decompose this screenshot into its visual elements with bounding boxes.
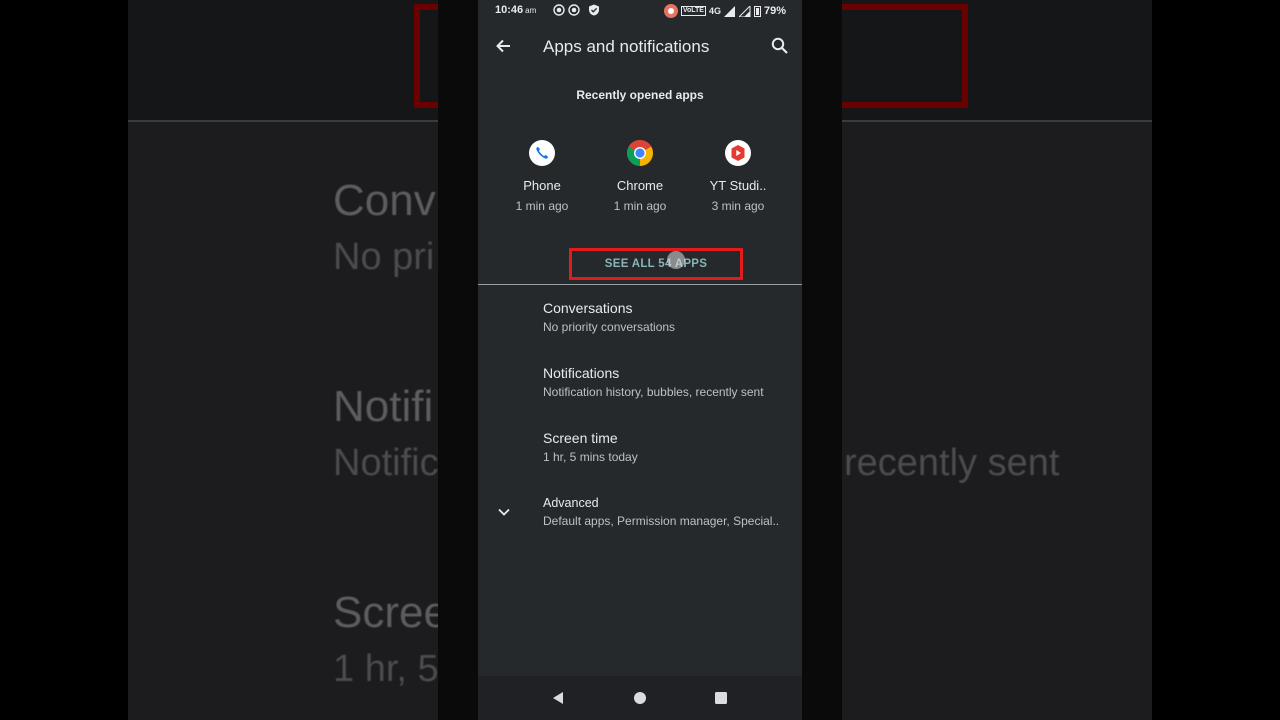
arrow-left-icon[interactable] bbox=[494, 36, 514, 56]
see-all-apps-button[interactable]: SEE ALL 54 APPS bbox=[569, 248, 743, 280]
pref-title: Notifications bbox=[543, 365, 620, 381]
pref-summary: 1 hr, 5 mins today bbox=[543, 450, 638, 464]
shield-check-icon bbox=[589, 4, 599, 16]
chevron-down-icon bbox=[498, 508, 510, 516]
background-text: Conv bbox=[333, 176, 436, 225]
network-type: 4G bbox=[708, 6, 721, 16]
pref-conversations[interactable]: Conversations No priority conversations bbox=[543, 300, 793, 334]
pref-summary: No priority conversations bbox=[543, 320, 676, 334]
recent-apps-heading: Recently opened apps bbox=[576, 88, 704, 102]
recent-app-time: 3 min ago bbox=[711, 199, 765, 213]
frame-edge-left bbox=[438, 0, 478, 720]
yt-studio-icon bbox=[725, 140, 751, 166]
pref-advanced[interactable]: Advanced Default apps, Permission manage… bbox=[543, 496, 793, 528]
volte-badge: VoLTE bbox=[680, 6, 706, 16]
background-text: Notifi bbox=[333, 382, 434, 431]
recent-app-time: 1 min ago bbox=[515, 199, 569, 213]
signal-icon bbox=[738, 5, 751, 17]
pref-title: Screen time bbox=[543, 430, 618, 446]
recent-app-name: Chrome bbox=[616, 178, 664, 193]
phone-screen: 10:46 am VoLTE 4G 79% Apps and notificati… bbox=[478, 0, 802, 720]
navigation-bar bbox=[478, 676, 802, 720]
back-triangle-icon[interactable] bbox=[550, 690, 566, 706]
recording-dot-icon bbox=[663, 4, 678, 18]
divider bbox=[478, 284, 802, 285]
phone-icon bbox=[529, 140, 555, 166]
recent-app-name: Phone bbox=[523, 178, 561, 193]
background-text: Notific bbox=[333, 442, 439, 484]
recent-app-chrome[interactable]: Chrome 1 min ago bbox=[592, 140, 688, 213]
recents-square-icon[interactable] bbox=[713, 690, 729, 706]
pref-title: Advanced bbox=[543, 496, 599, 510]
frame-edge-right bbox=[802, 0, 842, 720]
status-right-group: VoLTE 4G 79% bbox=[663, 4, 786, 18]
page-title: Apps and notifications bbox=[543, 37, 710, 56]
search-icon[interactable] bbox=[770, 36, 790, 56]
pref-screen-time[interactable]: Screen time 1 hr, 5 mins today bbox=[543, 430, 793, 464]
battery-percent: 79% bbox=[763, 5, 786, 17]
status-bar: 10:46 am VoLTE 4G 79% bbox=[478, 0, 802, 22]
background-text: No pri bbox=[333, 236, 435, 278]
pref-title: Conversations bbox=[543, 300, 633, 316]
screen-record-icon bbox=[553, 4, 565, 16]
recent-app-time: 1 min ago bbox=[613, 199, 667, 213]
background-text: recently sent bbox=[844, 442, 1060, 484]
app-bar: Apps and notifications bbox=[478, 28, 802, 66]
pref-notifications[interactable]: Notifications Notification history, bubb… bbox=[543, 365, 793, 399]
pref-summary: Notification history, bubbles, recently … bbox=[543, 385, 764, 399]
status-time: 10:46 am bbox=[495, 4, 537, 16]
home-circle-icon[interactable] bbox=[632, 690, 648, 706]
touch-indicator bbox=[667, 251, 685, 269]
recent-app-yt-studio[interactable]: YT Studi.. 3 min ago bbox=[690, 140, 786, 213]
background-text: Scree bbox=[333, 588, 448, 637]
background-red-frame-right bbox=[836, 4, 968, 108]
screen-record-icon bbox=[568, 4, 580, 16]
signal-icon bbox=[723, 5, 735, 17]
pref-summary: Default apps, Permission manager, Specia… bbox=[543, 514, 780, 528]
recent-app-name: YT Studi.. bbox=[709, 178, 767, 193]
chrome-icon bbox=[627, 140, 653, 166]
recent-app-phone[interactable]: Phone 1 min ago bbox=[494, 140, 590, 213]
battery-icon bbox=[753, 5, 761, 17]
background-text: 1 hr, 5 bbox=[333, 648, 439, 690]
